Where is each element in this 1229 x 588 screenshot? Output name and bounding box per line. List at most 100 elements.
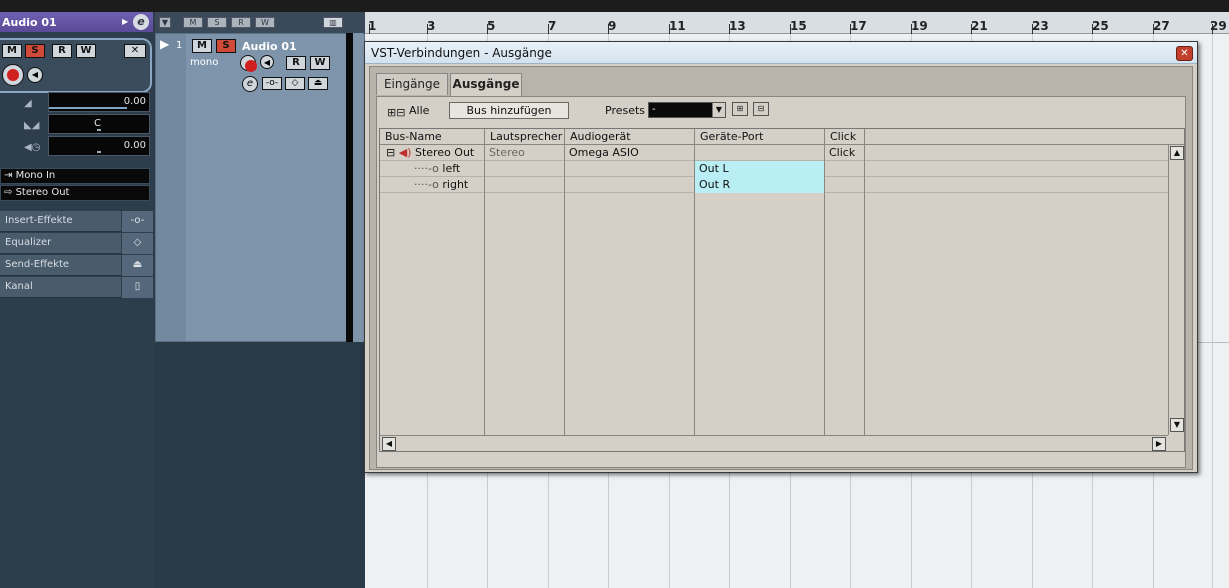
track-send-icon[interactable]: ⏏	[308, 77, 328, 90]
global-read-button[interactable]: R	[231, 17, 251, 28]
output-routing[interactable]: ⇨ Stereo Out	[0, 185, 150, 201]
mute-button[interactable]: M	[2, 44, 22, 58]
pan-icon: ◣◢	[24, 120, 40, 131]
scroll-up-icon[interactable]: ▲	[1170, 146, 1184, 160]
column-header-device[interactable]: Audiogerät	[565, 129, 695, 145]
port-cell[interactable]: Out R	[695, 177, 825, 193]
scroll-right-icon[interactable]: ▶	[1152, 437, 1166, 451]
presets-dropdown[interactable]: - ▼	[648, 102, 726, 118]
device-cell[interactable]: Omega ASIO	[565, 145, 695, 161]
pan-field[interactable]: C	[48, 114, 150, 134]
table-row[interactable]: ⊟ ◀) Stereo Out Stereo Omega ASIO Click	[380, 145, 1168, 161]
track-mute-button[interactable]: M	[192, 39, 212, 53]
device-cell[interactable]	[565, 177, 695, 193]
solo-button[interactable]: S	[25, 44, 45, 58]
ruler-bar-label: 23	[1032, 19, 1049, 33]
grid-header: Bus-Name Lautsprecher Audiogerät Geräte-…	[380, 129, 1184, 145]
column-header-click[interactable]: Click	[825, 129, 865, 145]
speaker-cell[interactable]: Stereo	[485, 145, 565, 161]
bus-name-cell[interactable]: ····-o right	[380, 177, 485, 193]
track-name[interactable]: Audio 01	[242, 40, 297, 53]
section-label: Send-Effekte	[5, 259, 70, 270]
port-cell[interactable]: Out L	[695, 161, 825, 177]
global-mute-button[interactable]: M	[183, 17, 203, 28]
port-cell[interactable]	[695, 145, 825, 161]
delay-field[interactable]: 0.00	[48, 136, 150, 156]
ruler-bar-label: 15	[790, 19, 807, 33]
bus-name-cell[interactable]: ····-o left	[380, 161, 485, 177]
delay-icon: ◀◷	[24, 142, 41, 153]
tracklist-divider[interactable]	[346, 33, 353, 342]
click-cell[interactable]	[825, 161, 865, 177]
click-cell[interactable]	[825, 177, 865, 193]
expand-collapse-all-icon[interactable]: ⊞⊟	[387, 106, 405, 119]
tab-outputs[interactable]: Ausgänge	[450, 73, 522, 97]
edit-channel-icon[interactable]: e	[133, 14, 149, 30]
column-header-speaker[interactable]: Lautsprecher	[485, 129, 565, 145]
speaker-cell[interactable]	[485, 161, 565, 177]
chevron-down-icon[interactable]: ▼	[712, 103, 725, 117]
column-header-bus-name[interactable]: Bus-Name	[380, 129, 485, 145]
track-number: 1	[176, 40, 183, 51]
section-channel[interactable]: Kanal ▯	[0, 277, 153, 298]
speaker-cell[interactable]	[485, 177, 565, 193]
track-row[interactable]: ▶ 1 M S Audio 01 mono ◀ R W e -o- ◇ ⏏	[155, 33, 365, 342]
inspector-header[interactable]: Audio 01 ▶ e	[0, 12, 153, 32]
insert-icon[interactable]: -o-	[121, 211, 153, 232]
monitor-icon[interactable]: ◀	[27, 67, 43, 83]
vertical-scrollbar[interactable]: ▲ ▼	[1168, 145, 1184, 435]
section-send-effects[interactable]: Send-Effekte ⏏	[0, 255, 153, 276]
track-monitor-icon[interactable]: ◀	[260, 55, 274, 69]
click-cell[interactable]: Click	[825, 145, 865, 161]
close-icon[interactable]: ✕	[1176, 46, 1193, 61]
section-insert-effects[interactable]: Insert-Effekte -o-	[0, 211, 153, 232]
input-routing[interactable]: ⇥ Mono In	[0, 168, 150, 184]
read-button[interactable]: R	[52, 44, 72, 58]
collapse-node-icon[interactable]: ⊟	[386, 146, 395, 159]
scroll-down-icon[interactable]: ▼	[1170, 418, 1184, 432]
add-bus-button[interactable]: Bus hinzufügen	[449, 102, 569, 119]
bus-name-value: left	[442, 162, 461, 175]
send-icon[interactable]: ⏏	[121, 255, 153, 276]
delay-meter	[97, 151, 101, 153]
volume-field[interactable]: 0.00	[48, 92, 150, 112]
channel-icon[interactable]: ▯	[121, 277, 153, 298]
horizontal-scrollbar[interactable]: ◀ ▶	[380, 435, 1168, 451]
record-enable-button[interactable]	[2, 64, 24, 86]
ruler-bar-label: 13	[729, 19, 746, 33]
track-eq-icon[interactable]: ◇	[285, 77, 305, 90]
eq-icon[interactable]: ◇	[121, 233, 153, 254]
bypass-icon[interactable]: ✕	[124, 44, 146, 58]
track-write-button[interactable]: W	[310, 56, 330, 70]
ruler-bar-label: 17	[850, 19, 867, 33]
track-colors-icon[interactable]: ▥	[323, 17, 343, 28]
tab-inputs[interactable]: Eingänge	[376, 73, 448, 95]
track-read-button[interactable]: R	[286, 56, 306, 70]
track-number-column: ▶ 1	[156, 34, 186, 341]
remove-preset-icon[interactable]: ⊟	[753, 102, 769, 116]
outputs-panel: ⊞⊟ Alle Bus hinzufügen Presets - ▼ ⊞ ⊟ B…	[376, 96, 1186, 468]
track-edit-icon[interactable]: e	[242, 76, 258, 92]
global-solo-button[interactable]: S	[207, 17, 227, 28]
dialog-titlebar[interactable]: VST-Verbindungen - Ausgänge ✕	[365, 42, 1197, 64]
track-record-button[interactable]	[240, 55, 257, 72]
ruler-bar-label: 25	[1092, 19, 1109, 33]
scroll-left-icon[interactable]: ◀	[382, 437, 396, 451]
timeline-ruler[interactable]: 1 3 5 7 9 11 13 15 17 19 21 23 25 27 29	[365, 12, 1229, 34]
write-button[interactable]: W	[76, 44, 96, 58]
track-solo-button[interactable]: S	[216, 39, 236, 53]
section-equalizer[interactable]: Equalizer ◇	[0, 233, 153, 254]
table-row[interactable]: ····-o left Out L	[380, 161, 1168, 177]
table-row[interactable]: ····-o right Out R	[380, 177, 1168, 193]
store-preset-icon[interactable]: ⊞	[732, 102, 748, 116]
device-cell[interactable]	[565, 161, 695, 177]
global-write-button[interactable]: W	[255, 17, 275, 28]
presets-label: Presets	[605, 104, 646, 117]
collapse-icon[interactable]: ▼	[159, 17, 171, 28]
column-header-port[interactable]: Geräte-Port	[695, 129, 825, 145]
expand-arrow-icon[interactable]: ▶	[122, 17, 128, 26]
bus-name-cell[interactable]: ⊟ ◀) Stereo Out	[380, 145, 485, 161]
track-insert-icon[interactable]: -o-	[262, 77, 282, 90]
ruler-bar-label: 1	[368, 19, 377, 33]
track-selected-icon: ▶	[160, 37, 170, 51]
